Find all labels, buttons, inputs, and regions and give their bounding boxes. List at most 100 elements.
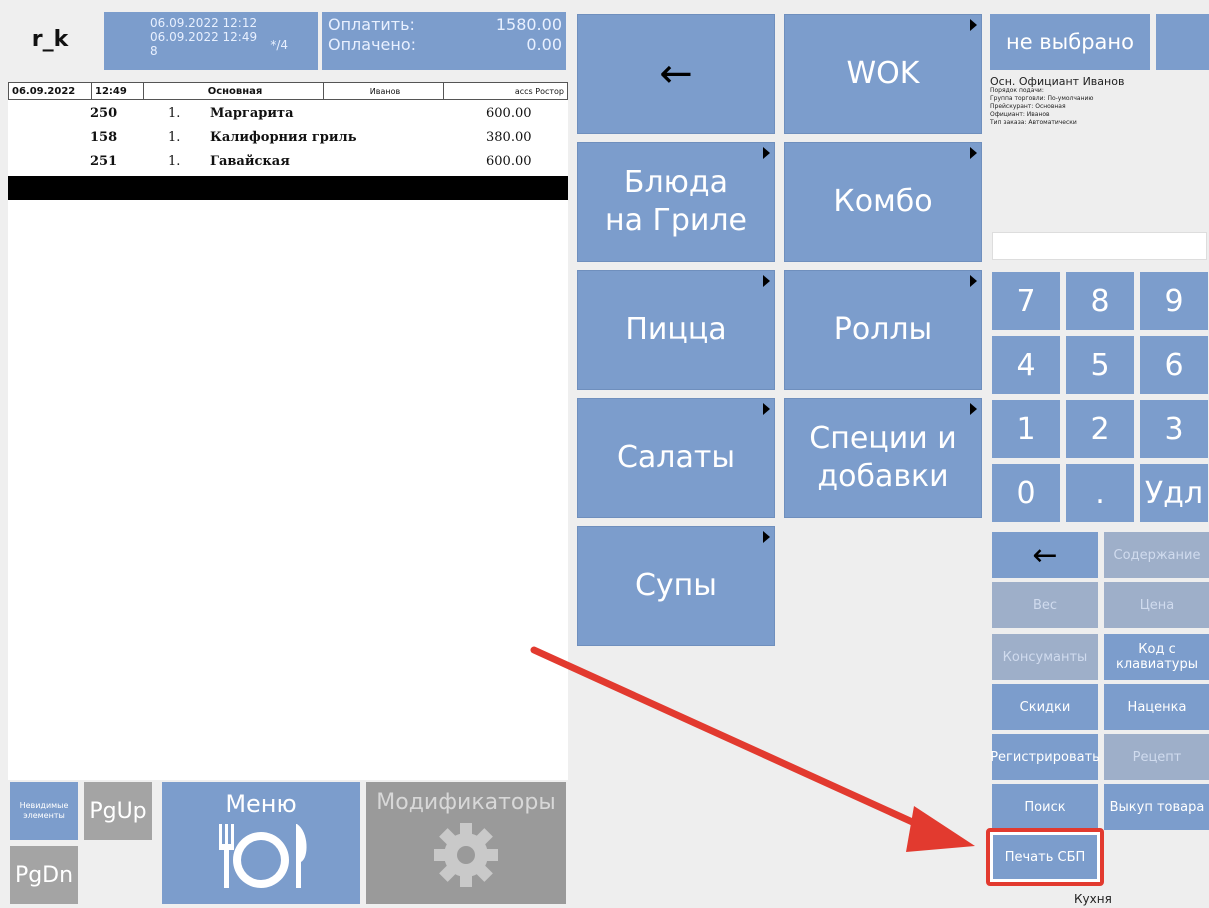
print-sbp-highlight: Печать СБП [986,828,1104,886]
modifiers-button[interactable]: Модификаторы [366,782,566,904]
register-button[interactable]: Регистрировать [990,734,1100,780]
submenu-arrow-icon [970,19,977,31]
order-item[interactable]: 251 1. Гавайская 600.00 [8,154,568,174]
category-soups[interactable]: Супы [577,526,775,646]
numpad-key-6[interactable]: 6 [1140,336,1208,394]
info-line: Прейскурант: Основная [990,103,1066,110]
order-date: 06.09.2022 [9,83,92,99]
order-item[interactable]: 158 1. Калифорния гриль 380.00 [8,130,568,150]
numpad-key-9[interactable]: 9 [1140,272,1208,330]
order-open-time: 06.09.2022 12:12 [150,16,258,30]
info-main: Осн. Официант Иванов [990,75,1125,88]
buyback-button[interactable]: Выкуп товара [1104,784,1209,830]
modifiers-label: Модификаторы [376,790,556,815]
item-qty: 1. [168,154,181,169]
consumants-button[interactable]: Консуманты [992,634,1098,680]
category-back-button[interactable]: ← [577,14,775,134]
order-course: Основная [144,83,324,99]
markup-button[interactable]: Наценка [1104,684,1209,730]
paid-value: 0.00 [526,35,562,54]
price-button[interactable]: Цена [1104,582,1209,628]
pgup-button[interactable]: PgUp [84,782,152,840]
submenu-arrow-icon [763,147,770,159]
gear-icon [434,823,498,887]
info-line: Группа торговли: По-умолчанию [990,95,1094,102]
submenu-arrow-icon [763,275,770,287]
submenu-arrow-icon [970,147,977,159]
order-restaurant: ассs Ростор [514,86,564,96]
numpad-key-0[interactable]: 0 [992,464,1060,522]
order-header-row[interactable]: 06.09.2022 12:49 Основная Иванов ассs Ро… [8,82,568,100]
category-spices[interactable]: Специи и добавки [784,398,982,518]
kitchen-label: Кухня [1074,892,1112,906]
numpad-key-dot[interactable]: . [1066,464,1134,522]
numpad-key-7[interactable]: 7 [992,272,1060,330]
table-number: */4 [270,38,288,52]
order-list[interactable]: 250 1. Маргарита 600.00 158 1. Калифорни… [8,100,568,780]
submenu-arrow-icon [763,531,770,543]
numpad-key-5[interactable]: 5 [1066,336,1134,394]
category-label: Специи и добавки [809,421,957,494]
order-time: 12:49 [92,83,144,99]
category-salads[interactable]: Салаты [577,398,775,518]
item-name: Калифорния гриль [210,130,357,145]
info-line: Официант: Иванов [990,111,1050,118]
numpad-key-1[interactable]: 1 [992,400,1060,458]
submenu-arrow-icon [763,403,770,415]
search-button[interactable]: Поиск [992,784,1098,830]
numpad-key-8[interactable]: 8 [1066,272,1134,330]
submenu-arrow-icon [970,275,977,287]
info-line: Тип заказа: Автоматически [990,119,1077,126]
item-name: Гавайская [210,154,290,169]
recipe-button[interactable]: Рецепт [1104,734,1209,780]
category-wok[interactable]: WOK [784,14,982,134]
numpad-key-delete[interactable]: Удл [1140,464,1208,522]
pgdn-button[interactable]: PgDn [10,846,78,904]
item-price: 380.00 [486,130,532,145]
category-rolls[interactable]: Роллы [784,270,982,390]
current-time: 06.09.2022 12:49 [150,30,258,44]
paid-label: Оплачено: [328,35,417,54]
item-code: 158 [90,130,118,145]
numeric-input[interactable] [992,232,1207,260]
category-pizza[interactable]: Пицца [577,270,775,390]
keyboard-code-button[interactable]: Код с клавиатуры [1104,634,1209,680]
item-code: 250 [90,106,118,121]
item-price: 600.00 [486,154,532,169]
menu-button[interactable]: Меню [162,782,360,904]
order-item[interactable]: 250 1. Маргарита 600.00 [8,106,568,126]
item-price: 600.00 [486,106,532,121]
item-qty: 1. [168,130,181,145]
category-grill[interactable]: Блюда на Гриле [577,142,775,262]
order-cursor-bar[interactable] [8,176,568,200]
content-button[interactable]: Содержание [1104,532,1209,578]
submenu-arrow-icon [970,403,977,415]
weight-button[interactable]: Вес [992,582,1098,628]
guest-count: 8 [150,44,158,58]
item-code: 251 [90,154,118,169]
pay-value: 1580.00 [495,15,562,34]
category-label: WOK [846,56,920,91]
menu-label: Меню [225,790,297,818]
category-label: Комбо [833,184,933,219]
item-name: Маргарита [210,106,294,121]
invisible-items-button[interactable]: Невидимые элементы [10,782,78,840]
item-qty: 1. [168,106,181,121]
category-combo[interactable]: Комбо [784,142,982,262]
category-label: Салаты [616,440,736,475]
app-logo: r_k [31,26,69,52]
numpad-key-3[interactable]: 3 [1140,400,1208,458]
info-line: Порядок подачи: [990,87,1044,94]
numpad-key-4[interactable]: 4 [992,336,1060,394]
side-button[interactable] [1156,14,1209,70]
order-pane: r_k 06.09.2022 12:12 06.09.2022 12:49 8 … [0,0,570,908]
order-info: Осн. Официант Иванов Порядок подачи: Гру… [990,76,1209,127]
numpad-key-2[interactable]: 2 [1066,400,1134,458]
category-label: Супы [634,568,717,603]
discounts-button[interactable]: Скидки [992,684,1098,730]
order-waiter: Иванов [324,83,444,99]
print-sbp-button[interactable]: Печать СБП [993,835,1097,879]
payment-summary: Оплатить: 1580.00 Оплачено: 0.00 [322,12,566,70]
waiter-select-button[interactable]: не выбрано [990,14,1150,70]
backspace-button[interactable]: ← [992,532,1098,578]
